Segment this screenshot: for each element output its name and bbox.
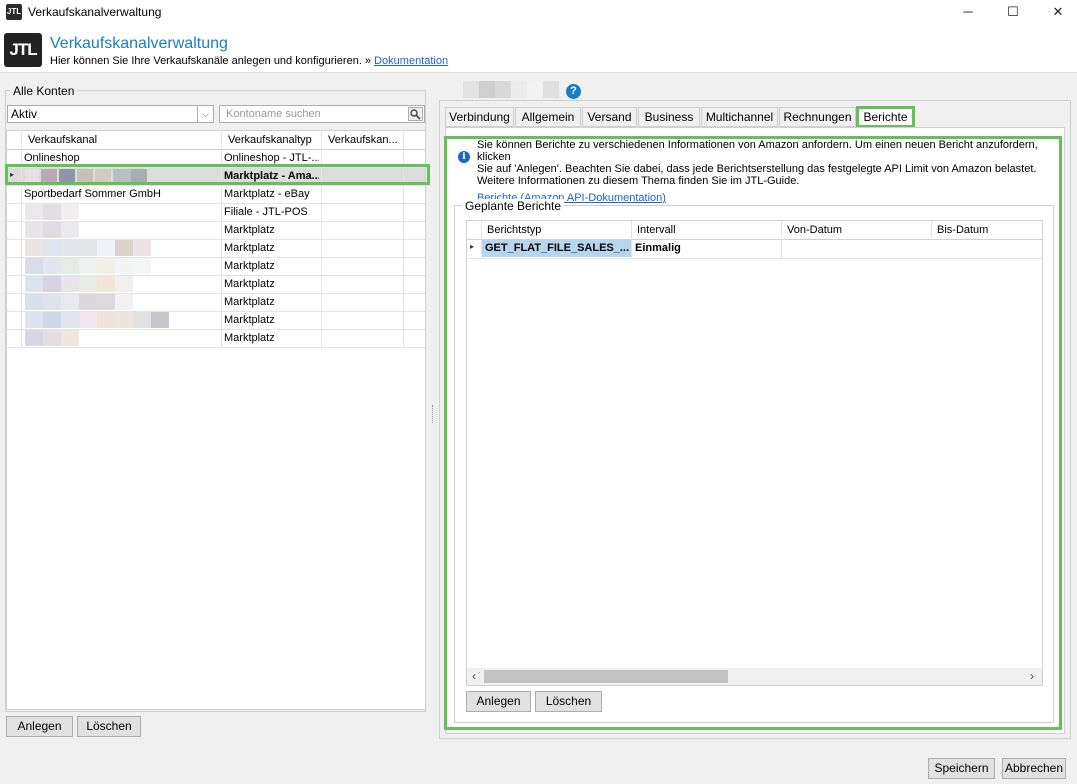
search-icon[interactable] (408, 107, 423, 121)
selected-row-highlight (5, 164, 430, 185)
delete-account-button[interactable]: Löschen (77, 716, 141, 737)
accounts-grid[interactable]: Verkaufskanal Verkaufskanaltyp Verkaufsk… (6, 130, 426, 710)
jtl-logo: JTL (4, 33, 42, 67)
redacted-account-title (463, 81, 563, 98)
active-tab-highlight (856, 106, 915, 128)
column-header-channel-type[interactable]: Verkaufskanaltyp (225, 132, 325, 149)
add-account-button[interactable]: Anlegen (6, 716, 73, 737)
channel-type: Filiale - JTL-POS (224, 206, 308, 218)
channel-type: Marktplatz (224, 314, 275, 326)
tab-multichannel[interactable]: Multichannel (701, 107, 778, 127)
tab-allgemein[interactable]: Allgemein (515, 107, 581, 127)
chevron-down-icon[interactable]: ⌵ (197, 106, 213, 122)
tab-business[interactable]: Business (638, 107, 700, 127)
save-button[interactable]: Speichern (928, 758, 995, 779)
title-bar (0, 0, 1077, 25)
close-button[interactable]: ✕ (1035, 0, 1077, 25)
column-header-channel-extra[interactable]: Verkaufskan... (325, 132, 405, 149)
search-placeholder: Kontoname suchen (226, 108, 321, 120)
berichte-content-highlight (444, 136, 1062, 730)
column-header-channel[interactable]: Verkaufskanal (25, 132, 223, 149)
help-icon[interactable]: ? (566, 84, 581, 99)
channel-type: Marktplatz (224, 260, 275, 272)
page-subtitle: Hier können Sie Ihre Verkaufskanäle anle… (50, 55, 448, 67)
channel-type: Marktplatz (224, 224, 275, 236)
page-title: Verkaufskanalverwaltung (50, 35, 228, 52)
tab-verbindung[interactable]: Verbindung (445, 107, 514, 127)
redacted-account-names (25, 204, 171, 348)
splitter-handle[interactable] (432, 405, 434, 423)
documentation-link[interactable]: Dokumentation (374, 55, 448, 67)
subtitle-text: Hier können Sie Ihre Verkaufskanäle anle… (50, 55, 372, 67)
minimize-button[interactable]: ─ (945, 0, 991, 25)
list-item[interactable]: Sportbedarf Sommer GmbH Marktplatz - eBa… (7, 186, 425, 204)
status-filter-select[interactable]: Aktiv ⌵ (7, 105, 214, 123)
channel-type: Marktplatz (224, 242, 275, 254)
accounts-group-label: Alle Konten (10, 84, 78, 98)
channel-name: Sportbedarf Sommer GmbH (24, 188, 161, 200)
channel-type: Marktplatz (224, 278, 275, 290)
channel-type: Marktplatz - eBay (224, 188, 310, 200)
window-title: Verkaufskanalverwaltung (28, 5, 162, 19)
maximize-button[interactable]: ☐ (990, 0, 1036, 25)
status-filter-value: Aktiv (11, 107, 38, 121)
channel-type: Marktplatz (224, 296, 275, 308)
tab-versand[interactable]: Versand (582, 107, 637, 127)
tab-rechnungen[interactable]: Rechnungen (779, 107, 856, 127)
app-icon: JTL (6, 4, 22, 20)
cancel-button[interactable]: Abbrechen (1002, 758, 1066, 779)
account-search-input[interactable]: Kontoname suchen (219, 105, 425, 123)
channel-type: Marktplatz (224, 332, 275, 344)
